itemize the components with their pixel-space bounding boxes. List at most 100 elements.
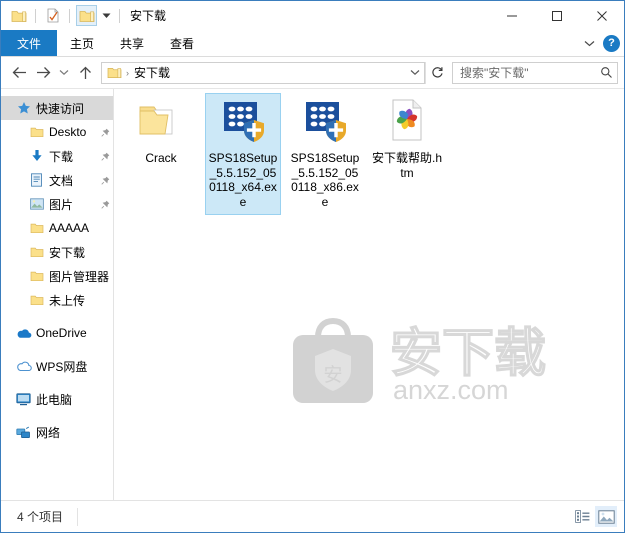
download-icon	[28, 149, 45, 163]
status-bar: 4 个项目	[1, 500, 624, 532]
address-bar-row: › 安下载 搜索"安下载"	[1, 57, 624, 88]
breadcrumb-current-folder[interactable]: 安下载	[134, 64, 406, 81]
watermark-site: anxz.com	[393, 375, 509, 405]
sidebar-item-documents[interactable]: 文档	[1, 168, 113, 192]
toolbar-divider	[35, 8, 36, 23]
ribbon-tab-bar: 文件 主页 共享 查看 ?	[1, 30, 624, 57]
sidebar-label: 此电脑	[36, 392, 73, 407]
title-bar: 安下载	[1, 1, 624, 30]
search-input[interactable]: 搜索"安下载"	[452, 61, 618, 84]
sidebar-item-pictures[interactable]: 图片	[1, 192, 113, 216]
sidebar-item-wps-cloud[interactable]: WPS网盘	[1, 354, 113, 378]
breadcrumb-separator-icon[interactable]: ›	[126, 68, 129, 78]
details-view-icon[interactable]	[571, 506, 593, 527]
tab-view[interactable]: 查看	[157, 30, 207, 56]
address-dropdown-icon[interactable]	[406, 69, 424, 76]
folder-icon	[28, 222, 45, 234]
file-name: SPS18Setup_5.5.152_050118_x86.exe	[290, 151, 360, 209]
sidebar-label: WPS网盘	[36, 359, 88, 374]
address-bar[interactable]: › 安下载	[101, 61, 425, 84]
sidebar-item-anxiazai[interactable]: 安下载	[1, 240, 113, 264]
search-placeholder: 搜索"安下载"	[460, 66, 529, 80]
pin-icon	[100, 152, 111, 161]
file-name: SPS18Setup_5.5.152_050118_x64.exe	[208, 151, 278, 209]
recent-locations-button[interactable]	[55, 61, 73, 85]
tab-share[interactable]: 共享	[107, 30, 157, 56]
file-item-sps18setup-x86[interactable]: SPS18Setup_5.5.152_050118_x86.exe	[287, 93, 363, 215]
site-watermark: 安 安下载 anxz.com	[285, 313, 575, 405]
pin-icon	[100, 176, 111, 185]
search-icon[interactable]	[595, 66, 617, 79]
sidebar-item-picture-manager[interactable]: 图片管理器	[1, 264, 113, 288]
network-icon	[15, 426, 32, 439]
item-count-label: 4 个项目	[17, 510, 64, 524]
sidebar-label: 文档	[49, 173, 74, 188]
tab-home[interactable]: 主页	[57, 30, 107, 56]
view-toggle-group	[571, 501, 617, 532]
file-item-sps18setup-x64[interactable]: SPS18Setup_5.5.152_050118_x64.exe	[205, 93, 281, 215]
toolbar-divider-2	[69, 8, 70, 23]
explorer-body: 快速访问 Deskto 下载 文档 图片 AAAAA 安下载 图片管理器 未上传…	[1, 88, 624, 500]
maximize-button[interactable]	[534, 1, 579, 30]
file-name: 安下载帮助.htm	[371, 151, 442, 180]
sidebar-label: 图片管理器	[49, 269, 110, 284]
refresh-button[interactable]	[425, 61, 448, 84]
large-icons-view-icon[interactable]	[595, 506, 617, 527]
window-title: 安下载	[130, 9, 167, 23]
back-button[interactable]	[7, 61, 31, 85]
sidebar-label: 未上传	[49, 293, 86, 308]
chevron-down-icon[interactable]	[584, 36, 595, 50]
sidebar-item-aaaaa[interactable]: AAAAA	[1, 216, 113, 240]
sidebar-label: 安下载	[49, 245, 86, 260]
sidebar-item-network[interactable]: 网络	[1, 420, 113, 444]
toolbar-divider-3	[119, 8, 120, 23]
folder-icon	[28, 126, 45, 138]
tab-file[interactable]: 文件	[1, 30, 58, 56]
sidebar-item-not-uploaded[interactable]: 未上传	[1, 288, 113, 312]
sidebar-label: 下载	[49, 149, 74, 164]
spss-setup-shield-icon	[301, 98, 349, 146]
sidebar-item-quick-access[interactable]: 快速访问	[1, 96, 113, 120]
quick-access-toolbar: 安下载	[1, 5, 166, 26]
window-controls	[489, 1, 624, 30]
spss-setup-shield-icon	[219, 98, 267, 146]
up-button[interactable]	[73, 61, 97, 85]
sidebar-label: AAAAA	[49, 221, 90, 235]
pin-icon	[100, 200, 111, 209]
folder-with-file-icon: a	[137, 98, 185, 146]
properties-icon[interactable]	[42, 5, 63, 26]
watermark-brand: 安下载	[390, 324, 546, 384]
address-folder-icon	[107, 66, 122, 79]
minimize-button[interactable]	[489, 1, 534, 30]
folder-icon	[28, 246, 45, 258]
document-icon	[28, 173, 45, 187]
help-icon[interactable]: ?	[603, 34, 620, 52]
sidebar-item-downloads[interactable]: 下载	[1, 144, 113, 168]
sidebar-item-desktop[interactable]: Deskto	[1, 120, 113, 144]
folder-icon	[28, 270, 45, 282]
file-item-help-htm[interactable]: 安下载帮助.htm	[369, 93, 445, 215]
sidebar-label: 快速访问	[36, 101, 85, 116]
file-items-grid: a Crack	[114, 89, 624, 215]
sidebar-item-onedrive[interactable]: OneDrive	[1, 321, 113, 345]
forward-button[interactable]	[31, 61, 55, 85]
file-list-pane[interactable]: a Crack	[114, 89, 624, 500]
navigation-pane: 快速访问 Deskto 下载 文档 图片 AAAAA 安下载 图片管理器 未上传…	[1, 89, 114, 500]
file-item-crack[interactable]: a Crack	[123, 93, 199, 215]
quick-access-dropdown-icon[interactable]	[100, 6, 113, 26]
new-folder-icon[interactable]	[76, 5, 97, 26]
this-pc-icon	[15, 392, 32, 406]
close-button[interactable]	[579, 1, 624, 30]
sidebar-label: 网络	[36, 425, 61, 440]
folder-icon[interactable]	[8, 5, 29, 26]
watermark-logo-char: 安	[323, 364, 342, 386]
sidebar-item-this-pc[interactable]: 此电脑	[1, 387, 113, 411]
html-pinwheel-icon	[383, 98, 431, 146]
wps-cloud-icon	[15, 361, 32, 372]
file-explorer-window: 安下载 文件 主页 共享 查看 ? › 安下载 搜索"安下载" 快速访问 Des…	[0, 0, 625, 533]
sidebar-label: OneDrive	[36, 326, 87, 340]
